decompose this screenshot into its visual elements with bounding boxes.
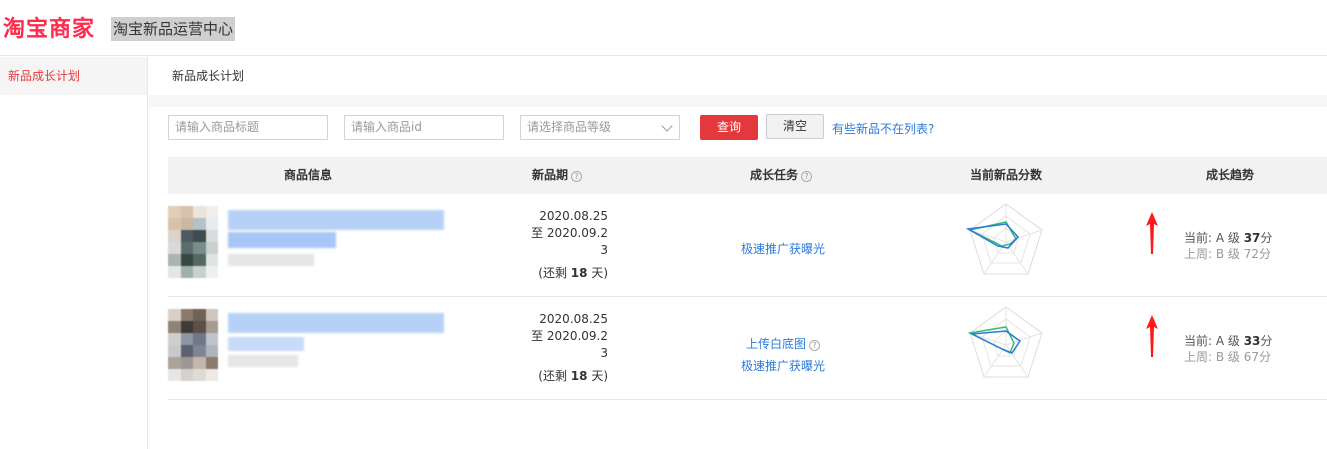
trend-previous: 上周: B 级 67分 xyxy=(1184,350,1271,364)
period-end-wrap: 3 xyxy=(600,243,608,257)
section-divider xyxy=(148,95,1327,107)
new-product-period: 2020.08.25 至 2020.09.2 3 (还剩 18 天) xyxy=(528,311,608,385)
task-label: 上传白底图 xyxy=(745,337,806,351)
growth-tasks: 上传白底图? 极速推广获曝光 xyxy=(728,333,838,377)
product-title-blurred[interactable] xyxy=(228,210,444,230)
growth-trend: 当前: A 级 33分 上周: B 级 67分 xyxy=(1184,333,1272,365)
product-id-input[interactable]: 请输入商品id xyxy=(344,115,504,140)
growth-trend: 当前: A 级 37分 上周: B 级 72分 xyxy=(1184,230,1272,262)
task-link-upload-white-bg[interactable]: 上传白底图? xyxy=(728,333,838,355)
radar-series-current xyxy=(965,223,1020,249)
header-title: 淘宝新品运营中心 xyxy=(111,17,236,41)
top-header: 淘宝商家 淘宝新品运营中心 xyxy=(0,0,1327,56)
period-start: 2020.08.25 xyxy=(539,209,608,223)
column-label: 成长任务 xyxy=(750,168,799,182)
arrow-up-icon xyxy=(1146,212,1158,254)
product-title-blurred[interactable] xyxy=(228,313,444,333)
breadcrumb: 新品成长计划 xyxy=(172,69,245,83)
main-content: 新品成长计划 请输入商品标题 请输入商品id 请选择商品等级 查询 清空 有些新… xyxy=(148,57,1327,449)
taobao-seller-logo[interactable]: 淘宝商家 xyxy=(3,11,95,43)
remaining-prefix: (还剩 xyxy=(538,266,571,280)
score-radar-chart xyxy=(967,306,1043,378)
column-label: 新品期 xyxy=(532,168,569,182)
remaining-suffix: 天) xyxy=(587,369,608,383)
task-link-boost-exposure[interactable]: 极速推广获曝光 xyxy=(728,355,838,377)
period-end: 至 2020.09.2 xyxy=(531,329,608,343)
score-radar-chart xyxy=(965,203,1043,275)
product-meta-blurred xyxy=(228,355,298,367)
help-circle-icon[interactable]: ? xyxy=(571,171,583,182)
period-start: 2020.08.25 xyxy=(539,312,608,326)
sidebar: 新品成长计划 xyxy=(0,57,148,449)
column-new-period: 新品期? xyxy=(532,157,583,194)
table-header: 商品信息 新品期? 成长任务? 当前新品分数 成长趋势 xyxy=(168,157,1327,194)
column-growth-task: 成长任务? xyxy=(750,157,813,194)
column-label: 商品信息 xyxy=(284,168,333,182)
growth-tasks: 极速推广获曝光 xyxy=(728,240,838,257)
clear-button[interactable]: 清空 xyxy=(766,114,824,139)
table-row: 2020.08.25 至 2020.09.2 3 (还剩 18 天) 极速推广获… xyxy=(168,194,1327,297)
product-meta-blurred xyxy=(228,254,314,266)
sidebar-item-new-product-growth[interactable]: 新品成长计划 xyxy=(0,57,147,95)
column-growth-trend: 成长趋势 xyxy=(1206,157,1254,194)
table-row: 2020.08.25 至 2020.09.2 3 (还剩 18 天) 上传白底图… xyxy=(168,297,1327,400)
product-thumbnail[interactable] xyxy=(168,206,218,278)
trend-current-unit: 分 xyxy=(1260,334,1273,348)
product-title-blurred[interactable] xyxy=(228,337,304,351)
remaining-prefix: (还剩 xyxy=(538,369,571,383)
remaining-days: 18 xyxy=(570,369,588,383)
trend-current-grade: 当前: A 级 xyxy=(1184,334,1244,348)
days-remaining: (还剩 18 天) xyxy=(528,368,608,385)
trend-current-unit: 分 xyxy=(1260,231,1273,245)
product-thumbnail[interactable] xyxy=(168,309,218,381)
chevron-down-icon xyxy=(661,120,673,132)
new-product-period: 2020.08.25 至 2020.09.2 3 (还剩 18 天) xyxy=(528,208,608,282)
remaining-suffix: 天) xyxy=(587,266,608,280)
grade-select-placeholder: 请选择商品等级 xyxy=(527,120,612,134)
product-grade-select[interactable]: 请选择商品等级 xyxy=(520,115,680,140)
column-label: 当前新品分数 xyxy=(970,168,1043,182)
arrow-up-icon xyxy=(1146,315,1158,357)
column-current-score: 当前新品分数 xyxy=(970,157,1042,194)
trend-current: 当前: A 级 37分 xyxy=(1184,230,1272,246)
help-circle-icon[interactable]: ? xyxy=(809,340,820,351)
remaining-days: 18 xyxy=(570,266,588,280)
query-button[interactable]: 查询 xyxy=(700,115,758,140)
days-remaining: (还剩 18 天) xyxy=(528,265,608,282)
product-title-blurred[interactable] xyxy=(228,232,336,248)
trend-current-score: 37 xyxy=(1243,231,1261,245)
missing-products-link[interactable]: 有些新品不在列表? xyxy=(832,120,934,137)
product-title-input[interactable]: 请输入商品标题 xyxy=(168,115,328,140)
trend-current-grade: 当前: A 级 xyxy=(1184,231,1244,245)
trend-previous: 上周: B 级 72分 xyxy=(1184,247,1271,261)
help-circle-icon[interactable]: ? xyxy=(801,171,813,182)
period-end-wrap: 3 xyxy=(600,346,608,360)
column-label: 成长趋势 xyxy=(1206,168,1255,182)
trend-current-score: 33 xyxy=(1243,334,1261,348)
column-product-info: 商品信息 xyxy=(284,157,332,194)
task-link-boost-exposure[interactable]: 极速推广获曝光 xyxy=(728,240,838,257)
period-end: 至 2020.09.2 xyxy=(531,226,608,240)
trend-current: 当前: A 级 33分 xyxy=(1184,333,1272,349)
